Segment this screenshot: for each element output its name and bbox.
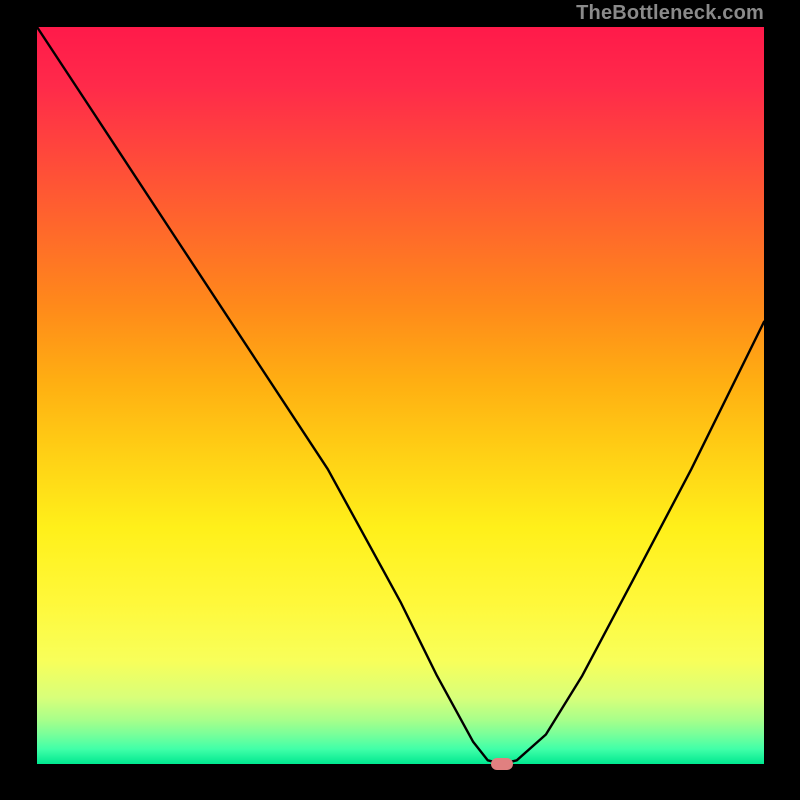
optimum-marker [491, 758, 513, 770]
watermark-text: TheBottleneck.com [576, 2, 764, 25]
bottleneck-curve [37, 27, 764, 764]
plot-area [37, 27, 764, 764]
chart-frame: { "watermark": "TheBottleneck.com", "cha… [0, 0, 800, 800]
